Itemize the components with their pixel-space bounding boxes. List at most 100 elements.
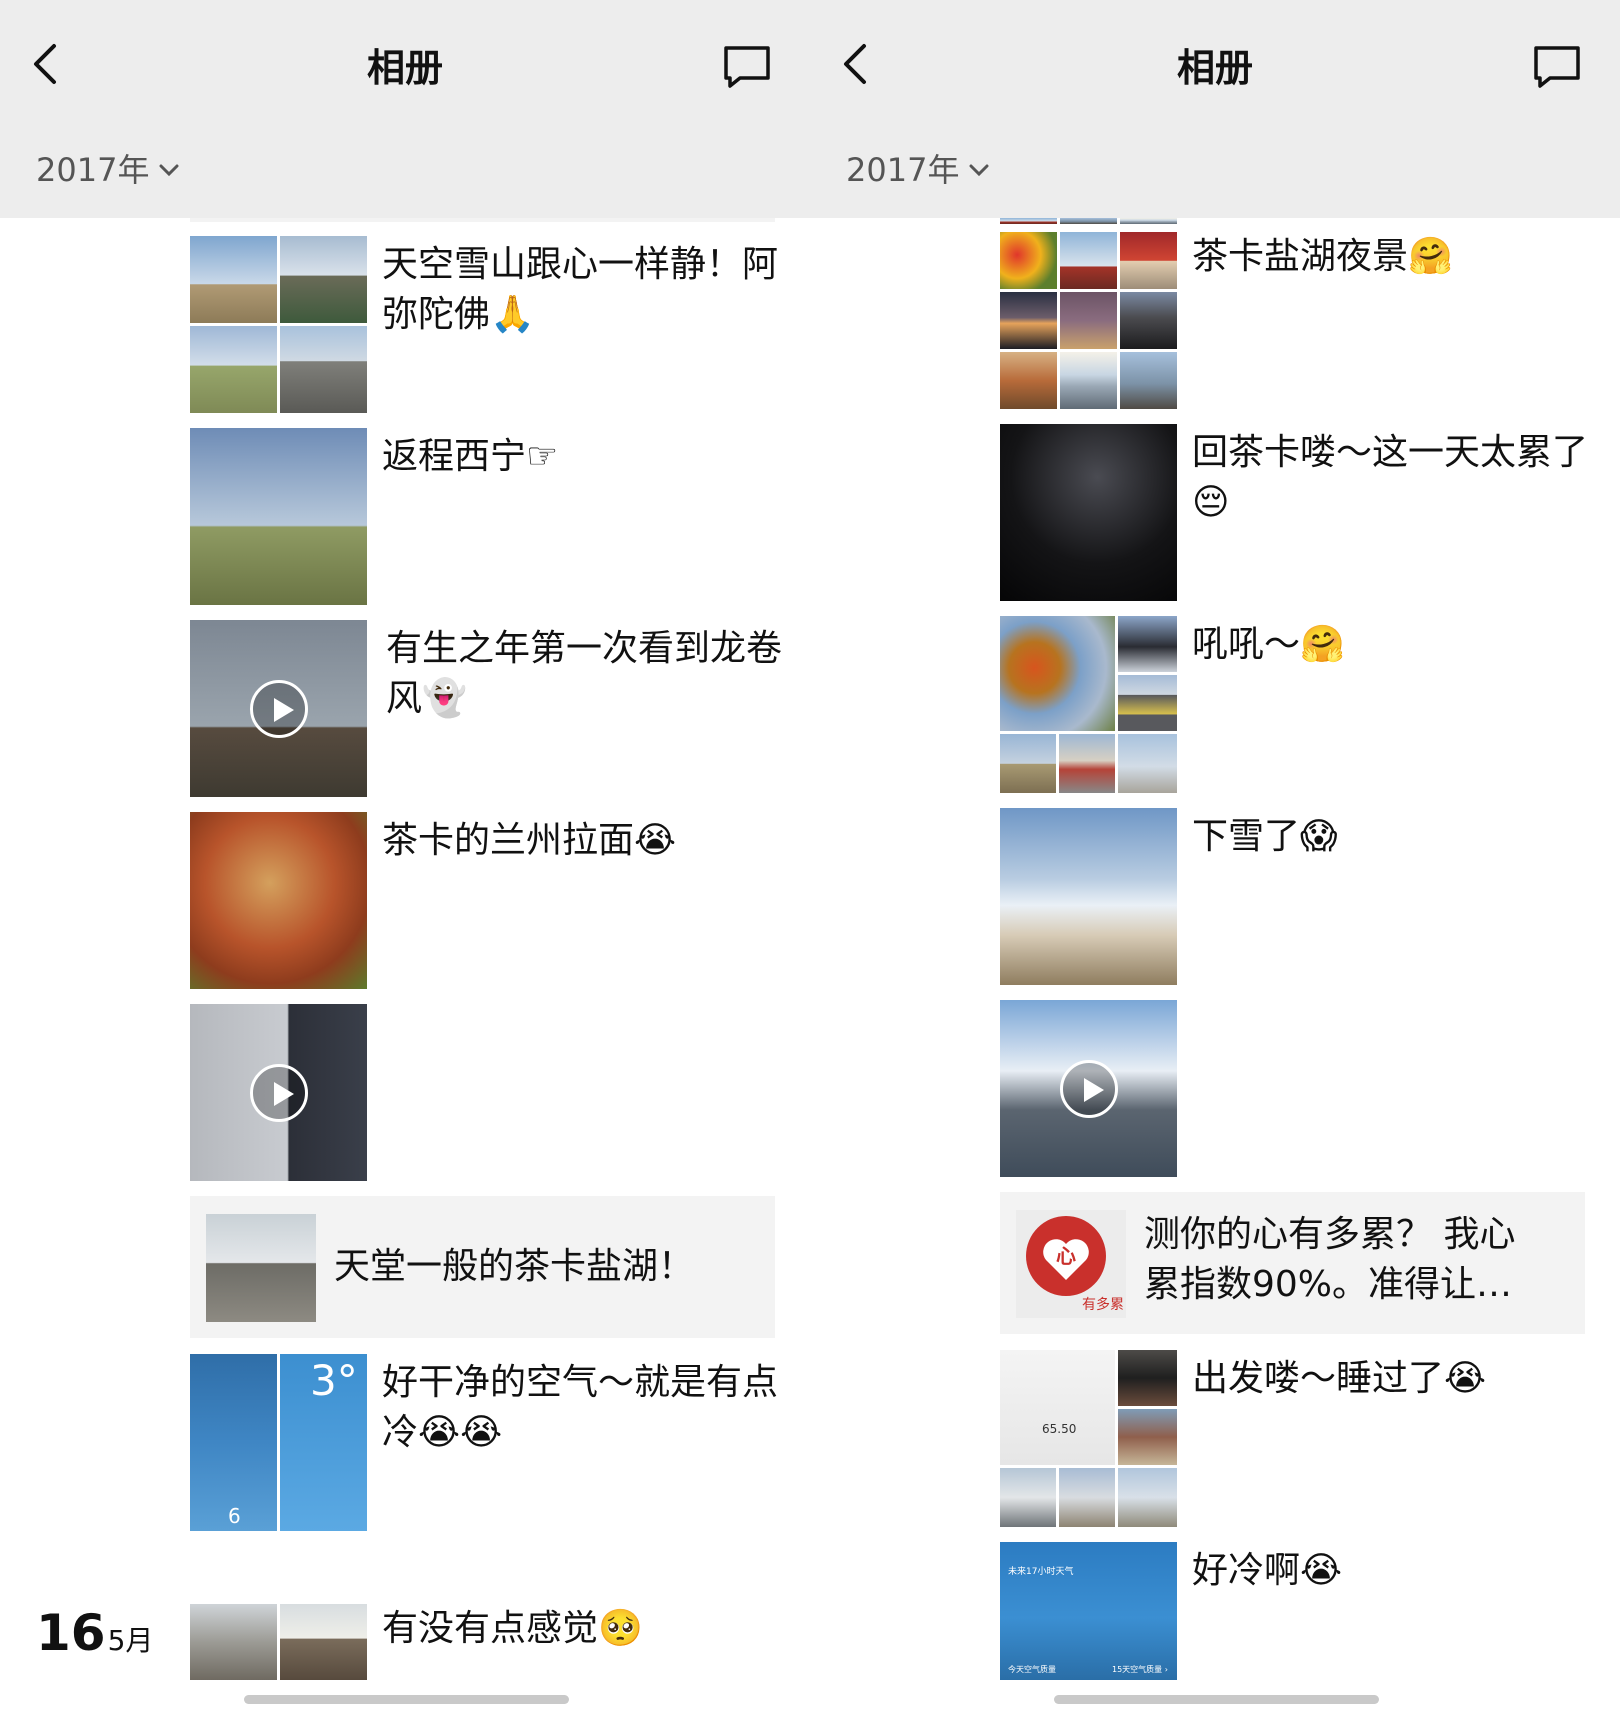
photo[interactable] xyxy=(190,428,367,605)
link-thumbnail xyxy=(206,1214,316,1322)
post-caption: 天空雪山跟心一样静！阿弥陀佛🙏 xyxy=(382,244,779,335)
photo[interactable] xyxy=(1118,616,1177,672)
photo[interactable] xyxy=(1060,292,1117,349)
photo[interactable] xyxy=(1000,1468,1056,1527)
photo[interactable] xyxy=(1120,292,1177,349)
receipt-amount: 65.50 xyxy=(1042,1422,1077,1436)
photo[interactable] xyxy=(280,1604,367,1680)
photo[interactable] xyxy=(1000,424,1177,601)
photo[interactable] xyxy=(280,326,367,413)
photo[interactable] xyxy=(280,236,367,323)
play-icon[interactable] xyxy=(1060,1060,1118,1118)
home-indicator[interactable] xyxy=(244,1695,569,1704)
video-thumbnail[interactable] xyxy=(1000,1000,1177,1177)
photo[interactable] xyxy=(1000,292,1057,349)
album-post[interactable]: 未来17小时天气 今天空气质量 15天空气质量 › 好冷啊😭 xyxy=(1000,1542,1590,1680)
photo-grid[interactable]: 65.50 xyxy=(1000,1350,1177,1527)
chevron-down-icon xyxy=(969,164,989,177)
play-icon[interactable] xyxy=(250,1064,308,1122)
post-caption: 茶卡的兰州拉面😭 xyxy=(382,820,677,861)
previous-card-edge xyxy=(190,218,775,222)
shared-link-card[interactable]: 心 有多累 测你的心有多累？ 我心累指数90%。准得让… xyxy=(1000,1192,1585,1334)
photo-grid[interactable] xyxy=(190,1604,367,1680)
photo[interactable]: 65.50 xyxy=(1000,1350,1115,1465)
year-select[interactable]: 2017年 xyxy=(846,148,989,192)
video-thumbnail[interactable] xyxy=(190,620,367,797)
photo[interactable] xyxy=(1118,734,1177,793)
nav-bar: 相册 xyxy=(810,0,1620,122)
shared-link-card[interactable]: 天堂一般的茶卡盐湖！ xyxy=(190,1196,775,1338)
photo[interactable]: 未来17小时天气 今天空气质量 15天空气质量 › xyxy=(1000,1542,1177,1680)
year-filter-bar: 2017年 xyxy=(810,122,1620,218)
brand-label: 有多累 xyxy=(1082,1297,1124,1313)
comment-button[interactable] xyxy=(1532,44,1582,90)
chevron-down-icon xyxy=(159,164,179,177)
photo[interactable] xyxy=(190,326,277,413)
photo[interactable] xyxy=(1000,616,1115,731)
year-label: 2017年 xyxy=(846,151,960,189)
post-caption: 好冷啊😭 xyxy=(1192,1550,1343,1591)
weather-small-number: 6 xyxy=(228,1504,241,1528)
post-caption: 回茶卡喽～这一天太累了😔 xyxy=(1192,432,1589,523)
post-caption: 茶卡盐湖夜景🤗 xyxy=(1192,236,1453,277)
video-thumbnail[interactable] xyxy=(190,1004,367,1181)
year-filter-bar: 2017年 xyxy=(0,122,810,218)
photo[interactable] xyxy=(1060,352,1117,409)
photo-grid[interactable] xyxy=(1000,616,1177,793)
link-title: 天堂一般的茶卡盐湖！ xyxy=(334,1246,695,1287)
link-title: 测你的心有多累？ 我心累指数90%。准得让… xyxy=(1144,1214,1516,1305)
year-label: 2017年 xyxy=(36,151,150,189)
photo-grid[interactable] xyxy=(1000,232,1177,409)
photo[interactable] xyxy=(1120,232,1177,289)
home-indicator[interactable] xyxy=(1054,1695,1379,1704)
weather-panel-title: 未来17小时天气 xyxy=(1008,1567,1074,1577)
play-icon[interactable] xyxy=(250,680,308,738)
photo-grid[interactable] xyxy=(190,236,367,413)
nav-bar: 相册 xyxy=(0,0,810,122)
comment-button[interactable] xyxy=(722,44,772,90)
photo[interactable] xyxy=(1000,232,1057,289)
photo[interactable] xyxy=(1059,1468,1115,1527)
photo[interactable]: 6 xyxy=(190,1354,277,1531)
post-caption: 下雪了😱 xyxy=(1192,816,1338,857)
photo[interactable] xyxy=(1060,232,1117,289)
photo[interactable] xyxy=(1120,352,1177,409)
photo-stack xyxy=(1000,734,1115,793)
post-caption: 出发喽～睡过了😭 xyxy=(1192,1358,1487,1399)
post-caption: 好干净的空气～就是有点冷😭😭 xyxy=(382,1362,779,1453)
date-month: 5月 xyxy=(107,1624,154,1657)
message-icon xyxy=(1534,46,1580,88)
date-label: 16 5月 xyxy=(36,1604,153,1662)
page-title: 相册 xyxy=(1176,46,1253,90)
photo[interactable] xyxy=(190,236,277,323)
page-title: 相册 xyxy=(366,46,443,90)
photo[interactable] xyxy=(190,812,367,989)
photo[interactable] xyxy=(1118,1409,1177,1465)
post-caption: 吼吼～🤗 xyxy=(1192,624,1345,665)
weather-temperature: 3° xyxy=(310,1356,358,1405)
photo-grid[interactable]: 6 3° xyxy=(190,1354,367,1531)
left-album-screen: 相册 2017年 天空雪山跟心一样静！阿弥陀佛🙏 返程西宁☞ 有生之年第一次看到… xyxy=(0,0,810,1716)
photo[interactable] xyxy=(1000,808,1177,985)
year-select[interactable]: 2017年 xyxy=(36,148,179,192)
post-caption: 有生之年第一次看到龙卷风👻 xyxy=(386,628,783,719)
photo-stack xyxy=(1118,616,1177,731)
photo[interactable] xyxy=(190,1604,277,1680)
photo[interactable]: 3° xyxy=(280,1354,367,1531)
photo[interactable] xyxy=(1118,1350,1177,1406)
weather-panel-footer-left: 今天空气质量 xyxy=(1008,1665,1056,1674)
album-post[interactable]: 有没有点感觉🥺 xyxy=(190,1604,780,1680)
photo-stack xyxy=(1118,1350,1177,1465)
photo-stack xyxy=(1000,1468,1115,1527)
weather-panel-footer-right: 15天空气质量 › xyxy=(1112,1665,1168,1674)
link-thumbnail: 心 有多累 xyxy=(1016,1210,1126,1318)
photo[interactable] xyxy=(1000,352,1057,409)
heart-label: 心 xyxy=(1056,1244,1076,1268)
message-icon xyxy=(724,46,770,88)
photo[interactable] xyxy=(1059,734,1115,793)
post-caption: 有没有点感觉🥺 xyxy=(382,1608,643,1649)
post-caption: 返程西宁☞ xyxy=(382,436,559,477)
photo[interactable] xyxy=(1118,1468,1177,1527)
photo[interactable] xyxy=(1000,734,1056,793)
photo[interactable] xyxy=(1118,675,1177,731)
